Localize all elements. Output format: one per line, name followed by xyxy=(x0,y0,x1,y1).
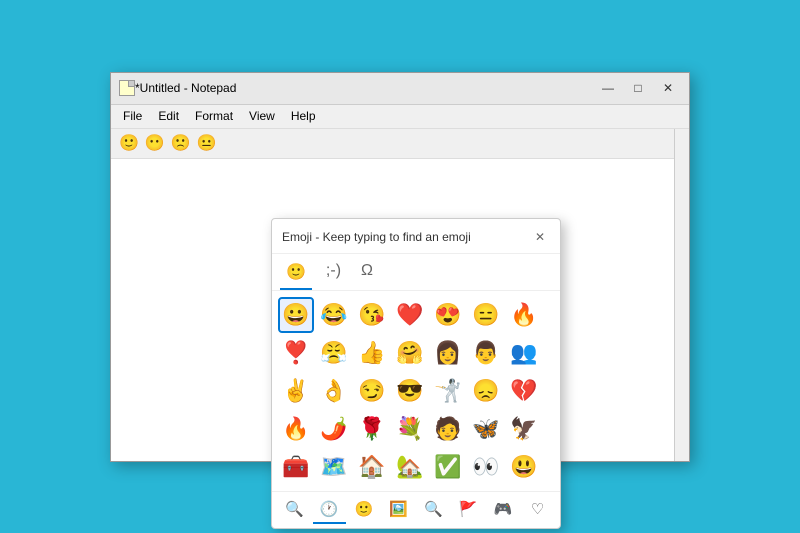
emoji-nav-activity[interactable]: 🎮 xyxy=(487,496,520,524)
emoji-cell[interactable]: 😑 xyxy=(468,297,504,333)
emoji-cell[interactable]: 🧰 xyxy=(278,449,314,485)
emoji-cell[interactable]: 🗺️ xyxy=(316,449,352,485)
emoji-bottom-nav: 🔍 🕐 🙂 🖼️ 🔍 🚩 🎮 ♡ xyxy=(272,491,560,528)
notepad-icon xyxy=(119,80,135,96)
notepad-window: *Untitled - Notepad — □ ✕ File Edit Form… xyxy=(110,72,690,462)
emoji-cell[interactable]: 😞 xyxy=(468,373,504,409)
emoji-nav-people[interactable]: 🖼️ xyxy=(382,496,415,524)
emoji-cell[interactable]: 🏠 xyxy=(354,449,390,485)
emoji-cell[interactable]: 😏 xyxy=(354,373,390,409)
emoji-cell[interactable]: 👥 xyxy=(506,335,542,371)
emoji-cell[interactable]: 😎 xyxy=(392,373,428,409)
emoji-cell[interactable]: 🤺 xyxy=(430,373,466,409)
emoji-cell[interactable]: 👌 xyxy=(316,373,352,409)
emoji-tab-smileys[interactable]: 🙂 xyxy=(280,260,312,290)
emoji-nav-smileys[interactable]: 🙂 xyxy=(348,496,381,524)
emoji-cell[interactable]: 🌹 xyxy=(354,411,390,447)
menu-bar: File Edit Format View Help xyxy=(111,105,689,129)
menu-format[interactable]: Format xyxy=(187,107,241,125)
emoji-panel: Emoji - Keep typing to find an emoji ✕ 🙂… xyxy=(271,218,561,529)
emoji-cell[interactable]: 👍 xyxy=(354,335,390,371)
emoji-cell[interactable]: 🦋 xyxy=(468,411,504,447)
title-bar: *Untitled - Notepad — □ ✕ xyxy=(111,73,689,105)
emoji-nav-search[interactable]: 🔍 xyxy=(278,496,311,524)
emoji-cell[interactable]: ✌️ xyxy=(278,373,314,409)
toolbar-emoji-4[interactable]: 😐 xyxy=(195,131,219,155)
emoji-cell[interactable]: 😍 xyxy=(430,297,466,333)
menu-file[interactable]: File xyxy=(115,107,150,125)
menu-view[interactable]: View xyxy=(241,107,283,125)
emoji-cell[interactable]: 🔥 xyxy=(506,297,542,333)
close-button[interactable]: ✕ xyxy=(655,78,681,98)
emoji-cell[interactable]: ❣️ xyxy=(278,335,314,371)
emoji-cell[interactable]: ❤️ xyxy=(392,297,428,333)
emoji-cell[interactable]: 🏡 xyxy=(392,449,428,485)
emoji-cell[interactable]: 😂 xyxy=(316,297,352,333)
emoji-cell[interactable]: 😘 xyxy=(354,297,390,333)
emoji-tabs: 🙂 ;-) Ω xyxy=(272,254,560,291)
emoji-nav-nature[interactable]: 🔍 xyxy=(417,496,450,524)
emoji-tab-symbols[interactable]: Ω xyxy=(355,260,379,290)
emoji-cell[interactable]: 🌶️ xyxy=(316,411,352,447)
emoji-cell[interactable]: 😤 xyxy=(316,335,352,371)
emoji-close-button[interactable]: ✕ xyxy=(530,227,550,247)
emoji-cell[interactable]: 🦅 xyxy=(506,411,542,447)
emoji-cell[interactable]: 💐 xyxy=(392,411,428,447)
toolbar-emoji-2[interactable]: 😶 xyxy=(143,131,167,155)
emoji-nav-food[interactable]: 🚩 xyxy=(452,496,485,524)
menu-edit[interactable]: Edit xyxy=(150,107,187,125)
emoji-cell[interactable]: 💔 xyxy=(506,373,542,409)
emoji-cell[interactable]: 👩 xyxy=(430,335,466,371)
emoji-cell[interactable]: ✅ xyxy=(430,449,466,485)
emoji-nav-recent[interactable]: 🕐 xyxy=(313,496,346,524)
minimize-button[interactable]: — xyxy=(595,78,621,98)
maximize-button[interactable]: □ xyxy=(625,78,651,98)
emoji-tab-kaomoji[interactable]: ;-) xyxy=(320,260,347,290)
window-controls: — □ ✕ xyxy=(595,78,681,98)
toolbar-emoji-3[interactable]: 🙁 xyxy=(169,131,193,155)
emoji-cell[interactable]: 🧑 xyxy=(430,411,466,447)
toolbar: 🙂 😶 🙁 😐 xyxy=(111,129,689,159)
window-title: *Untitled - Notepad xyxy=(135,81,595,95)
emoji-cell[interactable]: 😃 xyxy=(506,449,542,485)
emoji-cell[interactable]: 👀 xyxy=(468,449,504,485)
emoji-panel-header: Emoji - Keep typing to find an emoji ✕ xyxy=(272,219,560,254)
emoji-nav-symbols[interactable]: ♡ xyxy=(521,496,554,524)
emoji-panel-title: Emoji - Keep typing to find an emoji xyxy=(282,230,471,244)
emoji-cell[interactable]: 🤗 xyxy=(392,335,428,371)
emoji-cell[interactable]: 👨 xyxy=(468,335,504,371)
emoji-grid: 😀 😂 😘 ❤️ 😍 😑 🔥 ❣️ 😤 👍 🤗 👩 👨 👥 ✌️ 👌 😏 😎 🤺… xyxy=(272,291,560,491)
menu-help[interactable]: Help xyxy=(283,107,324,125)
emoji-cell[interactable]: 🔥 xyxy=(278,411,314,447)
emoji-cell[interactable]: 😀 xyxy=(278,297,314,333)
toolbar-emoji-1[interactable]: 🙂 xyxy=(117,131,141,155)
